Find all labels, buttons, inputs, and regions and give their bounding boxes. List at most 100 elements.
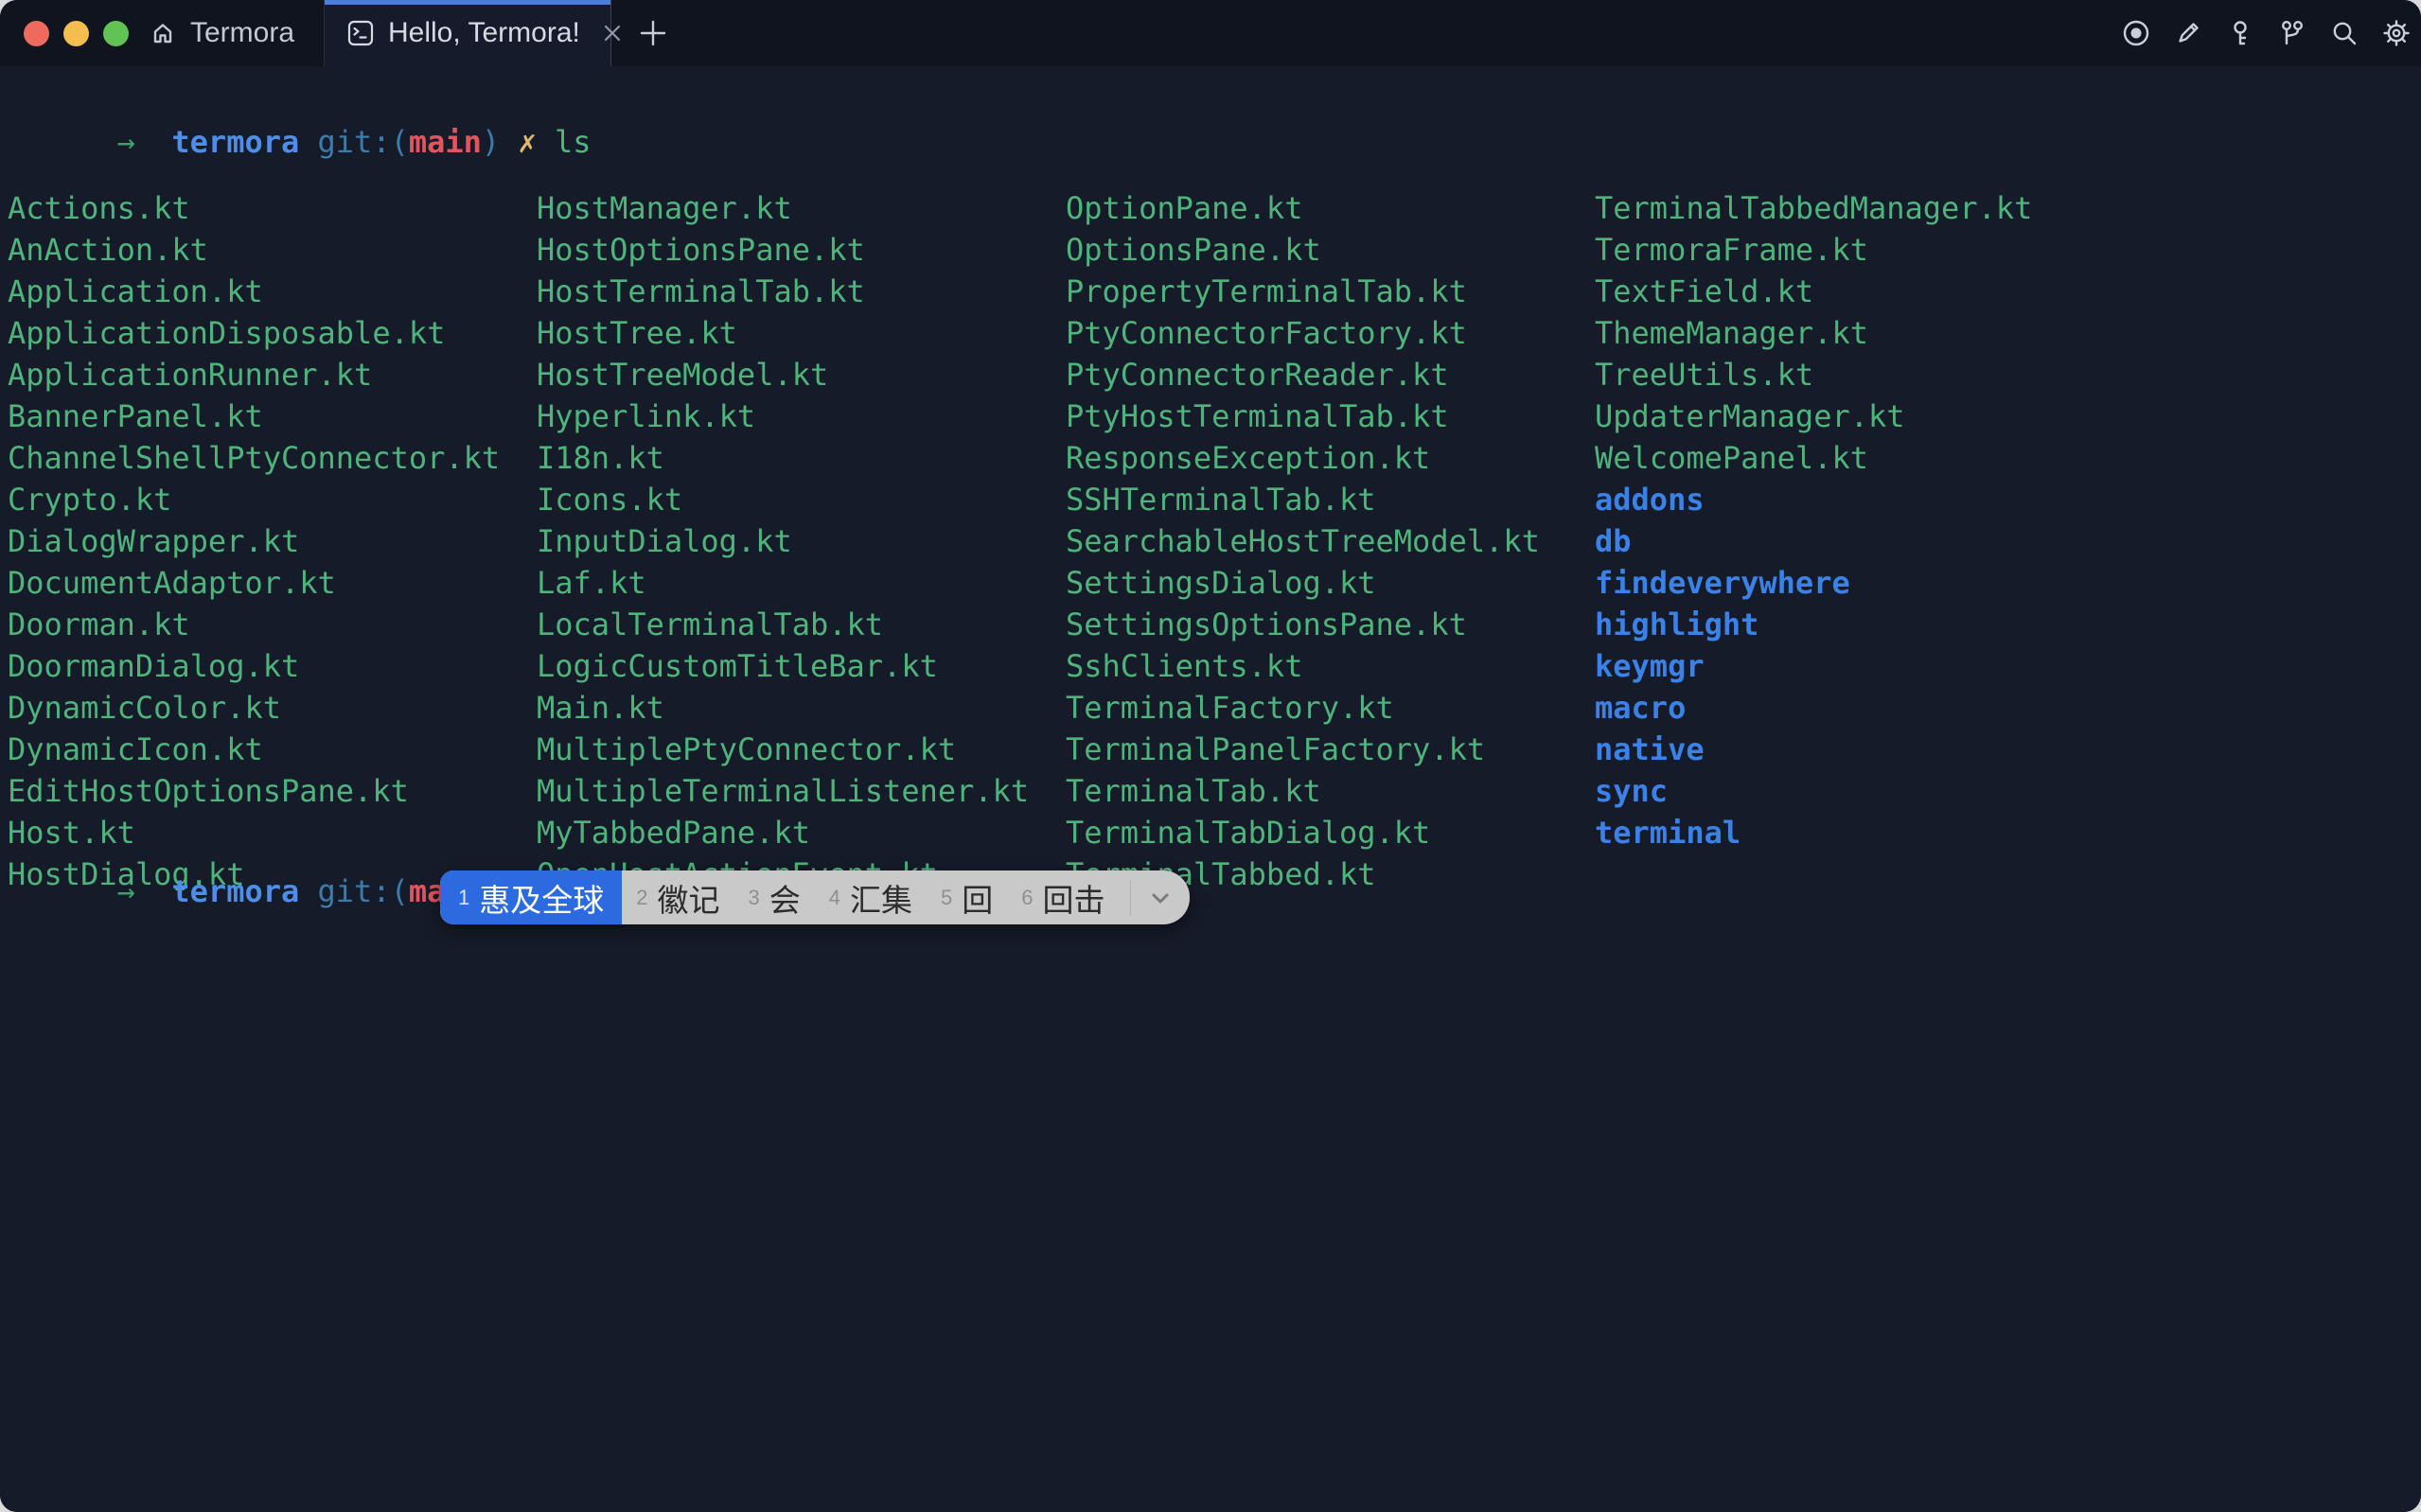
- candidate-number: 4: [829, 886, 840, 910]
- file-entry: ThemeManager.kt: [1595, 312, 2032, 354]
- file-entry: EditHostOptionsPane.kt: [8, 770, 500, 812]
- dir-entry: highlight: [1595, 604, 2032, 645]
- file-entry: DialogWrapper.kt: [8, 520, 500, 562]
- ls-column: TerminalTabbedManager.ktTermoraFrame.ktT…: [1595, 187, 2032, 853]
- file-entry: InputDialog.kt: [537, 520, 1029, 562]
- file-entry: PtyHostTerminalTab.kt: [1066, 396, 1540, 437]
- file-entry: TerminalTabbedManager.kt: [1595, 187, 2032, 229]
- minimize-window-button[interactable]: [63, 21, 89, 46]
- search-icon[interactable]: [2329, 18, 2359, 48]
- candidate-number: 1: [458, 886, 469, 910]
- ls-column: OptionPane.ktOptionsPane.ktPropertyTermi…: [1066, 187, 1540, 895]
- terminal-tab-icon: [345, 18, 376, 48]
- file-entry: ChannelShellPtyConnector.kt: [8, 437, 500, 479]
- candidate-text: 徽记: [658, 875, 720, 921]
- file-entry: AnAction.kt: [8, 229, 500, 271]
- candidate-text: 回: [962, 875, 993, 921]
- settings-gear-icon[interactable]: [2381, 18, 2412, 48]
- file-entry: UpdaterManager.kt: [1595, 396, 2032, 437]
- tab-hello-termora[interactable]: Hello, Termora!: [325, 0, 611, 66]
- record-icon[interactable]: [2121, 18, 2151, 48]
- file-entry: MultiplePtyConnector.kt: [537, 729, 1029, 770]
- ls-column: HostManager.ktHostOptionsPane.ktHostTerm…: [537, 187, 1029, 895]
- new-tab-button[interactable]: [625, 0, 681, 66]
- key-icon[interactable]: [2225, 18, 2255, 48]
- file-entry: DoormanDialog.kt: [8, 645, 500, 687]
- file-entry: SshClients.kt: [1066, 645, 1540, 687]
- zoom-window-button[interactable]: [103, 21, 129, 46]
- candidate-number: 6: [1021, 886, 1033, 910]
- git-branch-icon[interactable]: [2277, 18, 2307, 48]
- toolbar: [2121, 0, 2412, 66]
- file-entry: LogicCustomTitleBar.kt: [537, 645, 1029, 687]
- ime-candidate[interactable]: 6 回击: [1007, 870, 1119, 924]
- file-entry: OptionsPane.kt: [1066, 229, 1540, 271]
- file-entry: Laf.kt: [537, 562, 1029, 604]
- file-entry: Actions.kt: [8, 187, 500, 229]
- plus-icon: [637, 17, 669, 49]
- dir-entry: findeverywhere: [1595, 562, 2032, 604]
- prompt-arrow: →: [117, 124, 172, 160]
- home-button[interactable]: Termora: [148, 0, 294, 66]
- close-window-button[interactable]: [24, 21, 49, 46]
- command-text: ls: [555, 124, 592, 160]
- file-entry: TermoraFrame.kt: [1595, 229, 2032, 271]
- file-entry: Crypto.kt: [8, 479, 500, 520]
- file-entry: ApplicationDisposable.kt: [8, 312, 500, 354]
- file-entry: Icons.kt: [537, 479, 1029, 520]
- tab-title: Hello, Termora!: [388, 17, 580, 49]
- prompt-path: termora: [171, 873, 317, 909]
- ime-candidate[interactable]: 5回: [927, 870, 1007, 924]
- file-entry: Application.kt: [8, 271, 500, 312]
- terminal-pane[interactable]: → termora git:(main) ✗ ls Actions.ktAnAc…: [0, 66, 2421, 1512]
- file-entry: TerminalFactory.kt: [1066, 687, 1540, 729]
- prompt-git-open: git:(: [318, 873, 409, 909]
- edit-pencil-icon[interactable]: [2173, 18, 2203, 48]
- candidate-number: 5: [941, 886, 952, 910]
- file-entry: HostOptionsPane.kt: [537, 229, 1029, 271]
- prompt-line-1: → termora git:(main) ✗ ls: [8, 79, 592, 204]
- file-entry: HostTree.kt: [537, 312, 1029, 354]
- file-entry: Main.kt: [537, 687, 1029, 729]
- file-entry: Doorman.kt: [8, 604, 500, 645]
- file-entry: ResponseException.kt: [1066, 437, 1540, 479]
- candidate-text: 回击: [1043, 875, 1105, 921]
- ime-candidate-selected[interactable]: 1 惠及全球: [440, 870, 622, 924]
- file-entry: TextField.kt: [1595, 271, 2032, 312]
- app-title: Termora: [190, 17, 294, 49]
- home-icon: [148, 18, 178, 48]
- file-entry: SSHTerminalTab.kt: [1066, 479, 1540, 520]
- file-entry: MultipleTerminalListener.kt: [537, 770, 1029, 812]
- file-entry: HostTerminalTab.kt: [537, 271, 1029, 312]
- ime-candidate[interactable]: 2徽记: [622, 870, 733, 924]
- dir-entry: native: [1595, 729, 2032, 770]
- file-entry: LocalTerminalTab.kt: [537, 604, 1029, 645]
- file-entry: TerminalPanelFactory.kt: [1066, 729, 1540, 770]
- file-entry: PtyConnectorFactory.kt: [1066, 312, 1540, 354]
- file-entry: DynamicColor.kt: [8, 687, 500, 729]
- chevron-down-icon[interactable]: [1131, 884, 1190, 912]
- prompt-git-open: git:(: [318, 124, 409, 160]
- file-entry: HostManager.kt: [537, 187, 1029, 229]
- file-entry: PropertyTerminalTab.kt: [1066, 271, 1540, 312]
- candidate-text: 惠及全球: [479, 875, 604, 921]
- ime-candidate[interactable]: 3会: [734, 870, 815, 924]
- candidate-text: 会: [769, 875, 801, 921]
- dir-entry: addons: [1595, 479, 2032, 520]
- file-entry: WelcomePanel.kt: [1595, 437, 2032, 479]
- file-entry: OptionPane.kt: [1066, 187, 1540, 229]
- ime-candidate[interactable]: 4汇集: [815, 870, 927, 924]
- dir-entry: terminal: [1595, 812, 2032, 853]
- dir-entry: keymgr: [1595, 645, 2032, 687]
- ime-more-area: [1130, 870, 1190, 924]
- file-entry: DocumentAdaptor.kt: [8, 562, 500, 604]
- file-entry: TreeUtils.kt: [1595, 354, 2032, 396]
- tab-close-icon[interactable]: [600, 21, 625, 45]
- dir-entry: sync: [1595, 770, 2032, 812]
- prompt-arrow: →: [117, 873, 172, 909]
- file-entry: SettingsDialog.kt: [1066, 562, 1540, 604]
- file-entry: SettingsOptionsPane.kt: [1066, 604, 1540, 645]
- file-entry: ApplicationRunner.kt: [8, 354, 500, 396]
- file-entry: HostTreeModel.kt: [537, 354, 1029, 396]
- file-entry: TerminalTabDialog.kt: [1066, 812, 1540, 853]
